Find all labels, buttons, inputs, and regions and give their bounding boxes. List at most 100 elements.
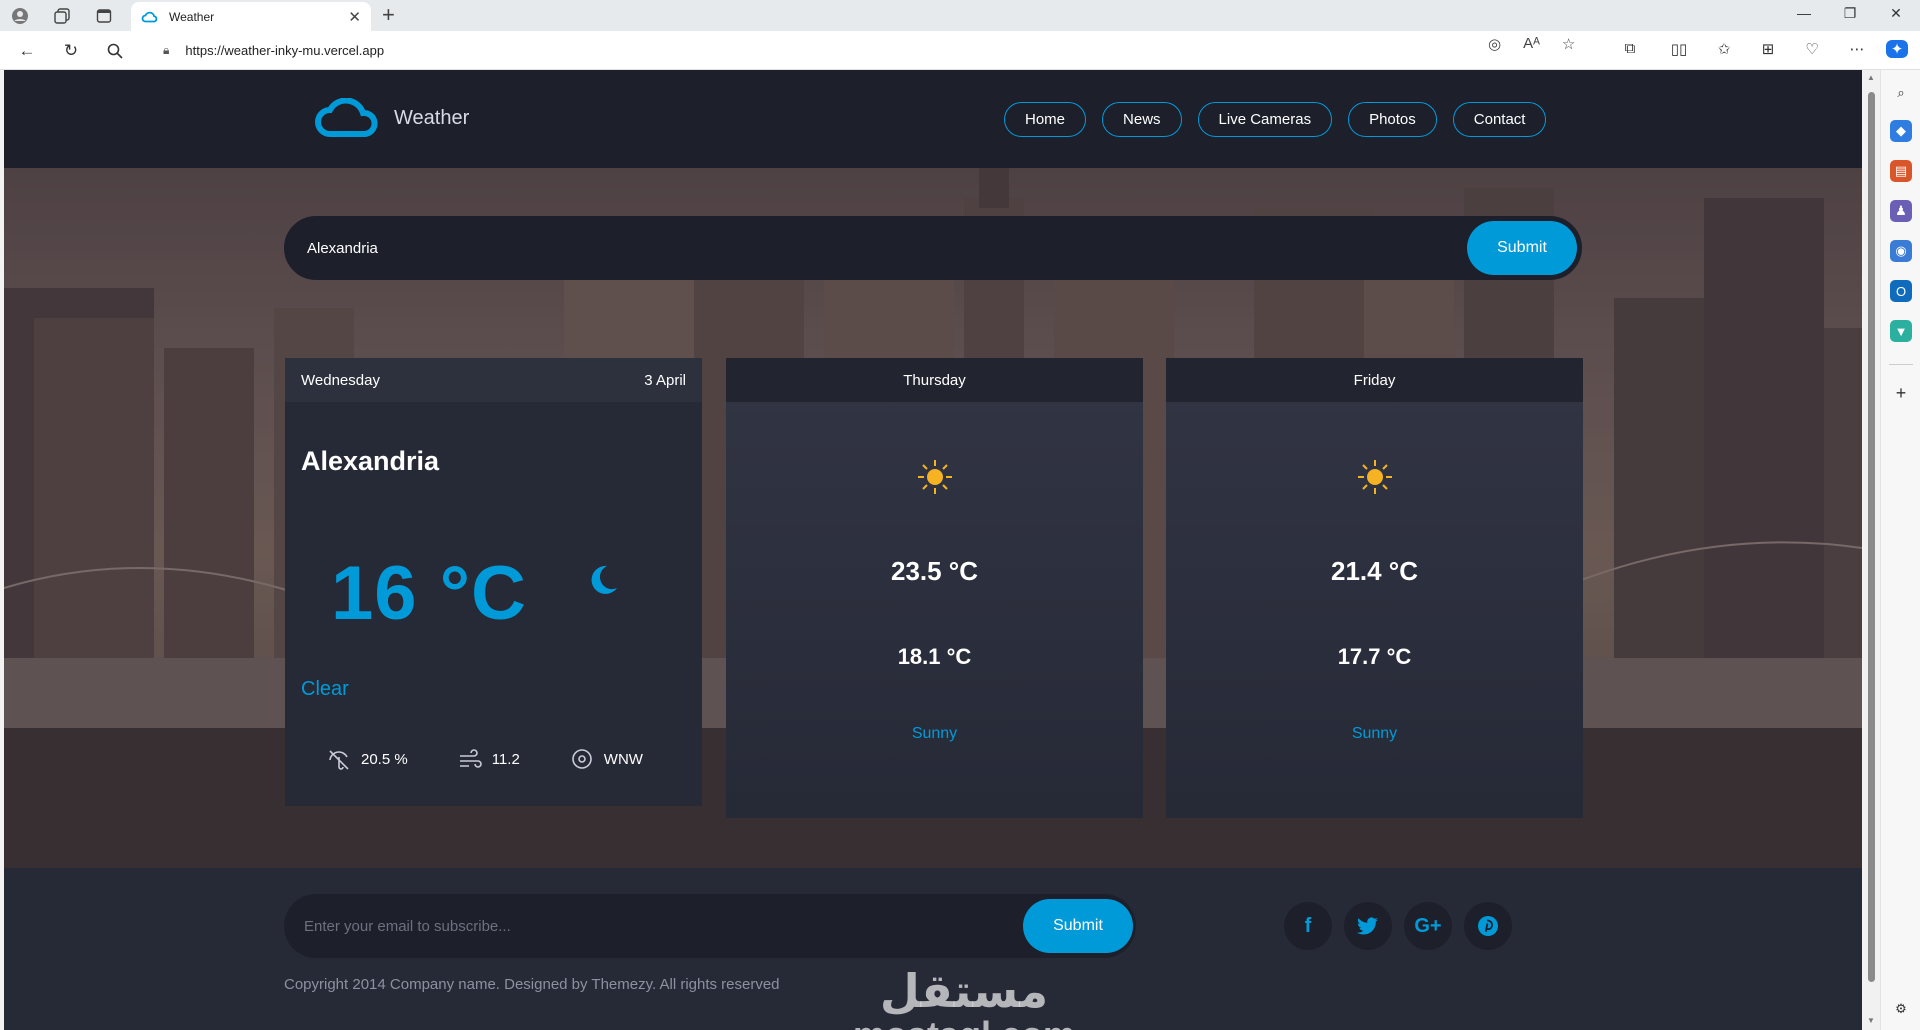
profile-icon[interactable] (10, 6, 30, 26)
cloud-logo-icon (315, 98, 378, 137)
performance-icon[interactable]: ♡ (1801, 40, 1823, 58)
collections-icon[interactable]: ⊞ (1757, 40, 1779, 58)
today-forecast-card: Wednesday 3 April Alexandria 16 °C Clear… (285, 358, 702, 806)
pinterest-icon[interactable] (1464, 902, 1512, 950)
sidebar-microsoft365-icon[interactable]: ◉ (1890, 240, 1912, 262)
humidity-value: 20.5 % (361, 750, 408, 768)
extensions-icon[interactable]: ⧉ (1619, 40, 1641, 57)
sidebar-designer-icon[interactable]: ▼ (1890, 320, 1912, 342)
tab-favicon-cloud-icon (141, 11, 158, 22)
umbrella-icon (329, 750, 349, 770)
sidebar-tools-icon[interactable]: ▤ (1890, 160, 1912, 182)
weather-stats: 20.5 % 11.2 WNW (327, 748, 643, 770)
sidebar-search-icon[interactable]: ⌕ (1890, 82, 1912, 104)
wind-stat: 11.2 (458, 748, 520, 770)
today-day: Wednesday (301, 371, 380, 389)
nav-photos[interactable]: Photos (1348, 102, 1437, 137)
split-screen-icon[interactable]: ▯▯ (1668, 40, 1690, 58)
url-text: https://weather-inky-mu.vercel.app (185, 43, 385, 58)
city-search-input[interactable]: Alexandria (307, 240, 1467, 257)
tab-actions-icon[interactable] (94, 6, 114, 26)
forecast-card-header: Thursday (726, 358, 1143, 402)
hero-section: Alexandria Submit Wednesday 3 April Alex… (4, 168, 1862, 868)
nav-contact[interactable]: Contact (1452, 102, 1547, 137)
logo-text: Weather (394, 106, 470, 129)
forecast-condition: Sunny (1351, 725, 1398, 742)
page-scrollbar[interactable]: ▲ ▼ (1863, 70, 1880, 1030)
forecast-card-friday: Friday 21.4 °C 17.7 °C Sunny (1166, 358, 1583, 818)
wind-icon (459, 749, 482, 768)
sidebar-games-icon[interactable]: ♟ (1890, 200, 1912, 222)
social-links: f G+ (1284, 902, 1512, 950)
back-icon[interactable]: ← (16, 40, 38, 62)
sidebar-add-icon[interactable]: + (1890, 382, 1912, 404)
sun-icon (1358, 460, 1392, 494)
restore-icon[interactable]: ❐ (1830, 5, 1870, 22)
wind-value: 11.2 (491, 750, 520, 768)
browser-sidebar: ⌕ ◆ ▤ ♟ ◉ O ▼ + ⚙ (1880, 70, 1920, 1030)
wind-direction-stat: WNW (570, 748, 643, 770)
facebook-icon[interactable]: f (1284, 902, 1332, 950)
copyright-text: Copyright 2014 Company name. Designed by… (284, 976, 780, 993)
browser-address-bar: ← ↻ 🔒︎ https://weather-inky-mu.vercel.ap… (0, 31, 1920, 70)
close-window-icon[interactable]: ✕ (1876, 5, 1916, 22)
moon-icon (591, 565, 617, 594)
favorite-star-icon[interactable]: ☆ (1562, 35, 1575, 53)
forecast-card-thursday: Thursday 23.5 °C 18.1 °C Sunny (726, 358, 1143, 818)
twitter-icon[interactable] (1344, 902, 1392, 950)
google-plus-icon[interactable]: G+ (1404, 902, 1452, 950)
browser-tab-bar: Weather ✕ + — ❐ ✕ (0, 0, 1920, 31)
forecast-min-temp: 17.7 °C (1337, 644, 1412, 669)
location-icon[interactable]: ◎ (1488, 35, 1501, 53)
nav-home[interactable]: Home (1004, 102, 1087, 137)
copilot-icon[interactable]: ✦ (1886, 40, 1908, 58)
compass-icon (571, 749, 592, 769)
city-search-bar: Alexandria Submit (284, 216, 1582, 280)
minimize-icon[interactable]: — (1784, 5, 1824, 21)
watermark-latin-text: mostaql.com (844, 1016, 1084, 1030)
nav-live-cameras[interactable]: Live Cameras (1197, 102, 1333, 137)
humidity-stat: 20.5 % (327, 748, 408, 770)
site-header: Weather Home News Live Cameras Photos Co… (4, 70, 1862, 168)
scroll-down-icon[interactable]: ▼ (1867, 1016, 1875, 1025)
main-nav: Home News Live Cameras Photos Contact (1004, 102, 1547, 137)
scroll-up-icon[interactable]: ▲ (1867, 73, 1875, 82)
nav-news[interactable]: News (1102, 102, 1182, 137)
site-logo[interactable]: Weather (314, 98, 469, 138)
tab-close-icon[interactable]: ✕ (348, 8, 361, 26)
wind-direction-value: WNW (603, 750, 643, 768)
sidebar-outlook-icon[interactable]: O (1890, 280, 1912, 302)
forecast-max-temp: 21.4 °C (1330, 556, 1418, 586)
search-icon[interactable] (104, 40, 126, 62)
more-menu-icon[interactable]: ⋯ (1846, 40, 1868, 58)
sidebar-separator (1889, 364, 1913, 365)
current-condition: Clear (301, 678, 349, 700)
sidebar-settings-icon[interactable]: ⚙ (1890, 998, 1912, 1020)
forecast-day: Friday (1353, 371, 1396, 389)
tab-weather[interactable]: Weather ✕ (131, 2, 371, 31)
forecast-min-temp: 18.1 °C (897, 644, 972, 669)
url-bar[interactable]: 🔒︎ https://weather-inky-mu.vercel.app (145, 35, 1600, 66)
sun-icon (918, 460, 952, 494)
city-name: Alexandria (301, 446, 440, 476)
subscribe-email-input[interactable]: Enter your email to subscribe... (304, 918, 1023, 935)
scroll-thumb[interactable] (1868, 92, 1875, 982)
search-submit-button[interactable]: Submit (1467, 221, 1577, 275)
forecast-max-temp: 23.5 °C (890, 556, 978, 586)
web-page: Weather Home News Live Cameras Photos Co… (4, 70, 1862, 1030)
sidebar-shopping-icon[interactable]: ◆ (1890, 120, 1912, 142)
read-aloud-icon[interactable]: Aᴬ (1523, 35, 1540, 53)
workspaces-icon[interactable] (52, 6, 72, 26)
forecast-card-header: Friday (1166, 358, 1583, 402)
lock-icon[interactable]: 🔒︎ (163, 43, 169, 58)
subscribe-form: Enter your email to subscribe... Submit (284, 894, 1136, 958)
favorites-icon[interactable]: ✩ (1713, 40, 1735, 58)
current-temperature: 16 °C (331, 551, 527, 636)
forecast-day: Thursday (903, 371, 966, 389)
mostaql-watermark-logo: مستقل mostaql.com (844, 966, 1084, 1030)
refresh-icon[interactable]: ↻ (60, 40, 82, 62)
forecast-condition: Sunny (911, 725, 958, 742)
subscribe-submit-button[interactable]: Submit (1023, 899, 1133, 953)
today-date: 3 April (644, 371, 686, 389)
new-tab-icon[interactable]: + (382, 4, 395, 26)
